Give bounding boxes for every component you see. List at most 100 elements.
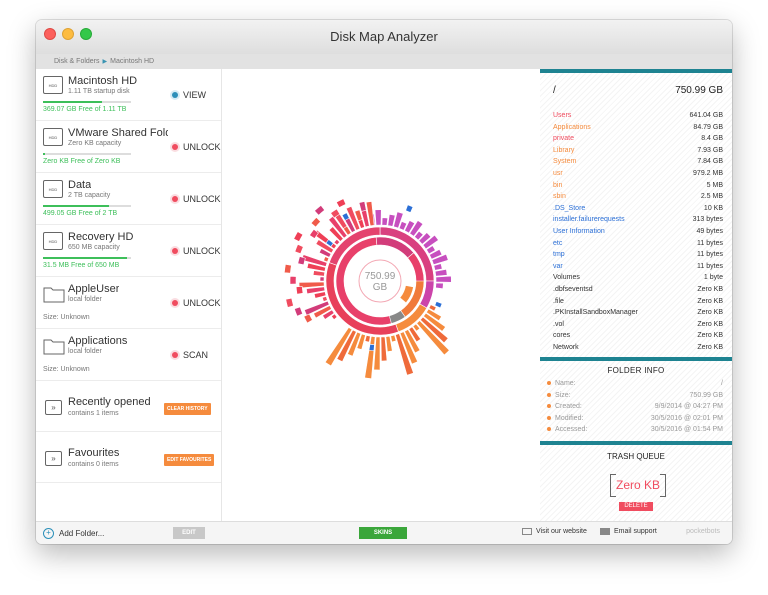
sunburst-segment[interactable] xyxy=(310,216,322,228)
sunburst-segment[interactable] xyxy=(284,263,292,274)
sunburst-segment[interactable] xyxy=(433,263,443,271)
sidebar-item-drive[interactable]: AppleUser local folder Size: Unknown UNLOCK xyxy=(36,277,221,329)
folder-list-row[interactable]: System 7.84 GB xyxy=(553,156,723,168)
sunburst-segment[interactable] xyxy=(381,217,389,226)
sunburst-segment[interactable] xyxy=(293,231,304,242)
sunburst-segment[interactable] xyxy=(289,275,297,285)
folder-list-row[interactable]: tmp 11 bytes xyxy=(553,249,723,261)
folder-list-row[interactable]: installer.failurerequests 313 bytes xyxy=(553,214,723,226)
folder-list-row[interactable]: .file Zero KB xyxy=(553,296,723,308)
folder-info-value: 30/5/2016 @ 01:54 PM xyxy=(650,426,723,433)
sunburst-segment[interactable] xyxy=(285,297,294,308)
special-action-button[interactable]: EDIT FAVOURITES xyxy=(164,454,215,466)
sunburst-segment[interactable] xyxy=(335,198,347,208)
double-chevron-icon: » xyxy=(45,400,62,415)
drive-free-space: Size: Unknown xyxy=(43,366,90,373)
folder-list-row[interactable]: .dbfseventsd Zero KB xyxy=(553,284,723,296)
folder-list-row[interactable]: cores Zero KB xyxy=(553,330,723,342)
special-action-button[interactable]: CLEAR HISTORY xyxy=(164,403,211,415)
sidebar-item-drive[interactable]: HDD VMware Shared Fold...Zero KB capacity… xyxy=(36,121,221,173)
folder-list-size: 11 bytes xyxy=(697,251,723,259)
folder-list-row[interactable]: .PKInstallSandboxManager Zero KB xyxy=(553,307,723,319)
trash-queue-size[interactable]: Zero KB xyxy=(610,474,666,497)
sunburst-segment[interactable] xyxy=(323,256,330,263)
drive-subtitle: Zero KB capacity xyxy=(68,140,122,147)
sidebar: HDD Macintosh HD 1.11 TB startup disk 369.0… xyxy=(36,69,222,521)
visit-website-link[interactable]: Visit our website xyxy=(522,528,587,535)
sidebar-item-drive[interactable]: HDD Macintosh HD 1.11 TB startup disk 369.0… xyxy=(36,69,221,121)
special-subtitle: contains 0 items xyxy=(68,461,119,468)
sunburst-segment[interactable] xyxy=(364,335,376,379)
add-folder-button[interactable]: + Add Folder... xyxy=(43,528,104,539)
sunburst-segment[interactable] xyxy=(295,286,304,295)
sidebar-item-drive[interactable]: Applications local folder Size: Unknown SCA… xyxy=(36,329,221,381)
brand-logo[interactable]: pocketbots xyxy=(686,528,720,535)
folder-list-row[interactable]: User Information 49 bytes xyxy=(553,226,723,238)
folder-info-label: Size: xyxy=(547,392,571,399)
sunburst-segment[interactable] xyxy=(312,270,326,277)
sunburst-segment[interactable] xyxy=(314,204,326,216)
drive-action-button[interactable]: UNLOCK xyxy=(172,298,221,308)
folder-list-row[interactable]: .vol Zero KB xyxy=(553,319,723,331)
sunburst-segment[interactable] xyxy=(368,343,375,352)
folder-list-row[interactable]: Network Zero KB xyxy=(553,342,723,354)
special-name: Recently opened xyxy=(68,396,151,408)
folder-info-value: 30/5/2016 @ 02:01 PM xyxy=(650,414,723,422)
sunburst-segment[interactable] xyxy=(434,268,448,277)
sunburst-segment[interactable] xyxy=(390,334,397,343)
sunburst-segment[interactable] xyxy=(294,306,304,317)
footer-bar: + Add Folder... EDIT SKINS Visit our web… xyxy=(36,521,732,544)
skins-button[interactable]: SKINS xyxy=(359,527,407,539)
folder-list-row[interactable]: sbin 2.5 MB xyxy=(553,191,723,203)
folder-icon xyxy=(43,339,65,355)
folder-list-row[interactable]: Applications 84.79 GB xyxy=(553,122,723,134)
sunburst-segment[interactable] xyxy=(364,334,371,343)
drive-action-button[interactable]: SCAN xyxy=(172,350,208,360)
folder-list-row[interactable]: bin 5 MB xyxy=(553,180,723,192)
drive-subtitle: local folder xyxy=(68,296,102,303)
folder-list-name: sbin xyxy=(553,193,566,201)
sidebar-item-special[interactable]: » Recently opened contains 1 items CLEAR HI… xyxy=(36,381,221,432)
capacity-bar xyxy=(43,205,131,207)
sunburst-segment[interactable] xyxy=(321,296,328,302)
sidebar-item-drive[interactable]: HDD Data 2 TB capacity 499.05 GB Free of 2 … xyxy=(36,173,221,225)
folder-list-row[interactable]: .DS_Store 10 KB xyxy=(553,203,723,215)
sunburst-segment[interactable] xyxy=(405,204,414,213)
sunburst-segment[interactable] xyxy=(294,243,304,255)
breadcrumb-arrow-icon: ▶ xyxy=(102,59,108,65)
status-dot-icon xyxy=(172,144,178,150)
drive-action-button[interactable]: UNLOCK xyxy=(172,142,221,152)
sunburst-segment[interactable] xyxy=(319,276,325,282)
sidebar-item-drive[interactable]: HDD Recovery HD 650 MB capacity 31.5 MB Fre… xyxy=(36,225,221,277)
status-dot-icon xyxy=(172,352,178,358)
folder-list-row[interactable]: Users 641.04 GB xyxy=(553,110,723,122)
folder-list-row[interactable]: usr 979.2 MB xyxy=(553,168,723,180)
sunburst-segment[interactable] xyxy=(303,313,313,324)
edit-button[interactable]: EDIT xyxy=(173,527,205,539)
hdd-icon: HDD xyxy=(43,76,63,94)
sunburst-segment[interactable] xyxy=(374,209,382,226)
folder-list-row[interactable]: var 11 bytes xyxy=(553,261,723,273)
folder-list-row[interactable]: Library 7.93 GB xyxy=(553,145,723,157)
sunburst-segment[interactable] xyxy=(297,256,306,266)
sunburst-segment[interactable] xyxy=(435,282,444,290)
folder-list-row[interactable]: etc 11 bytes xyxy=(553,238,723,250)
folder-list-size: 84.79 GB xyxy=(693,123,723,131)
folder-list-row[interactable]: private 8.4 GB xyxy=(553,133,723,145)
envelope-icon xyxy=(600,528,610,535)
delete-button[interactable]: DELETE xyxy=(619,502,653,511)
sunburst-segment[interactable] xyxy=(435,275,452,283)
breadcrumb-item-disks[interactable]: Disk & Folders xyxy=(54,58,100,65)
folder-info-label: Modified: xyxy=(547,415,583,422)
sidebar-item-special[interactable]: » Favourites contains 0 items EDIT FAVOURIT… xyxy=(36,432,221,483)
email-support-link[interactable]: Email support xyxy=(600,528,657,535)
folder-contents-list[interactable]: Users 641.04 GB Applications 84.79 GB privat… xyxy=(553,110,723,358)
breadcrumb-item-current[interactable]: Macintosh HD xyxy=(110,58,154,65)
folder-list-row[interactable]: Volumes 1 byte xyxy=(553,272,723,284)
drive-action-button[interactable]: VIEW xyxy=(172,90,206,100)
drive-action-button[interactable]: UNLOCK xyxy=(172,246,221,256)
drive-action-button[interactable]: UNLOCK xyxy=(172,194,221,204)
sunburst-chart[interactable]: 750.99GB xyxy=(222,69,538,521)
sunburst-segment[interactable] xyxy=(331,313,338,320)
folder-info-title: FOLDER INFO xyxy=(607,366,665,375)
